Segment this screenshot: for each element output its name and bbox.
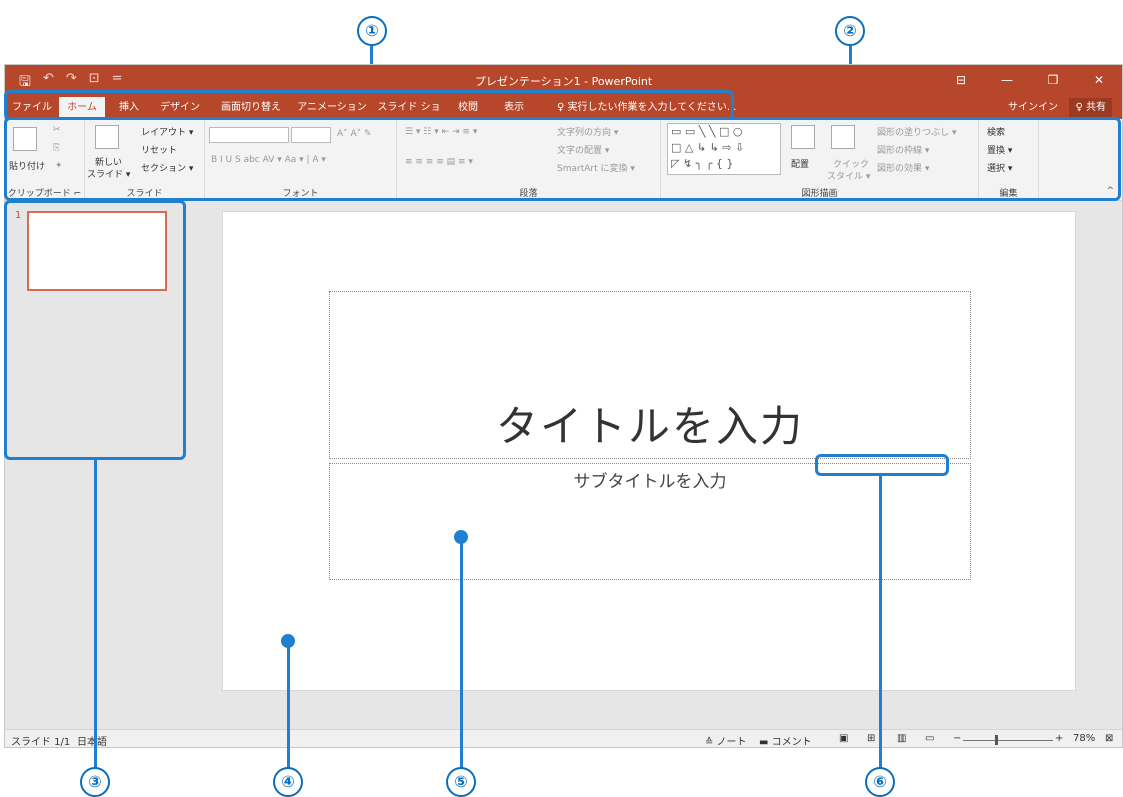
callout-2: ② <box>835 16 865 46</box>
callout-4: ④ <box>273 767 303 797</box>
highlight-view-buttons <box>815 454 949 476</box>
slideshow-view-icon[interactable]: ▭ <box>925 733 934 744</box>
callout-5-line <box>460 542 463 768</box>
slide-canvas[interactable]: タイトルを入力 サブタイトルを入力 <box>222 211 1076 691</box>
fit-slide-icon[interactable]: ⊠ <box>1105 733 1113 744</box>
notes-button[interactable]: ≙ ノート <box>705 733 747 747</box>
ribbon-display-options-icon[interactable]: ⊟ <box>938 65 984 95</box>
highlight-ribbon <box>4 117 1121 201</box>
comments-button[interactable]: ▬ コメント <box>759 733 812 747</box>
zoom-level[interactable]: 78% <box>1073 733 1095 744</box>
highlight-tabs <box>4 90 734 120</box>
title-placeholder[interactable]: タイトルを入力 <box>329 291 971 459</box>
zoom-slider[interactable] <box>963 740 1053 741</box>
callout-3: ③ <box>80 767 110 797</box>
callout-1: ① <box>357 16 387 46</box>
callout-6-line <box>879 476 882 768</box>
status-bar: スライド 1/1 日本語 ≙ ノート ▬ コメント ▣ ⊞ ▥ ▭ − + 78… <box>5 729 1122 748</box>
slide-count: スライド 1/1 <box>11 737 71 748</box>
callout-3-line <box>94 460 97 770</box>
normal-view-icon[interactable]: ▣ <box>839 733 848 744</box>
signin-link[interactable]: サインイン <box>1008 97 1058 119</box>
restore-button[interactable]: ❐ <box>1030 65 1076 95</box>
slide-edit-area[interactable]: タイトルを入力 サブタイトルを入力 <box>185 202 1122 729</box>
reading-view-icon[interactable]: ▥ <box>897 733 906 744</box>
window-controls: ⊟ — ❐ ✕ <box>938 65 1122 95</box>
language[interactable]: 日本語 <box>77 733 107 747</box>
zoom-in-button[interactable]: + <box>1055 733 1063 744</box>
share-button[interactable]: ♀ 共有 <box>1069 98 1112 117</box>
highlight-thumbnail-pane <box>4 200 186 460</box>
callout-5: ⑤ <box>446 767 476 797</box>
close-button[interactable]: ✕ <box>1076 65 1122 95</box>
slide-sorter-icon[interactable]: ⊞ <box>867 733 875 744</box>
callout-4-line <box>287 646 290 768</box>
zoom-out-button[interactable]: − <box>953 733 961 744</box>
callout-6: ⑥ <box>865 767 895 797</box>
minimize-button[interactable]: — <box>984 65 1030 95</box>
subtitle-placeholder[interactable]: サブタイトルを入力 <box>329 463 971 580</box>
title-placeholder-text: タイトルを入力 <box>495 402 804 451</box>
zoom-slider-knob[interactable] <box>995 735 998 745</box>
